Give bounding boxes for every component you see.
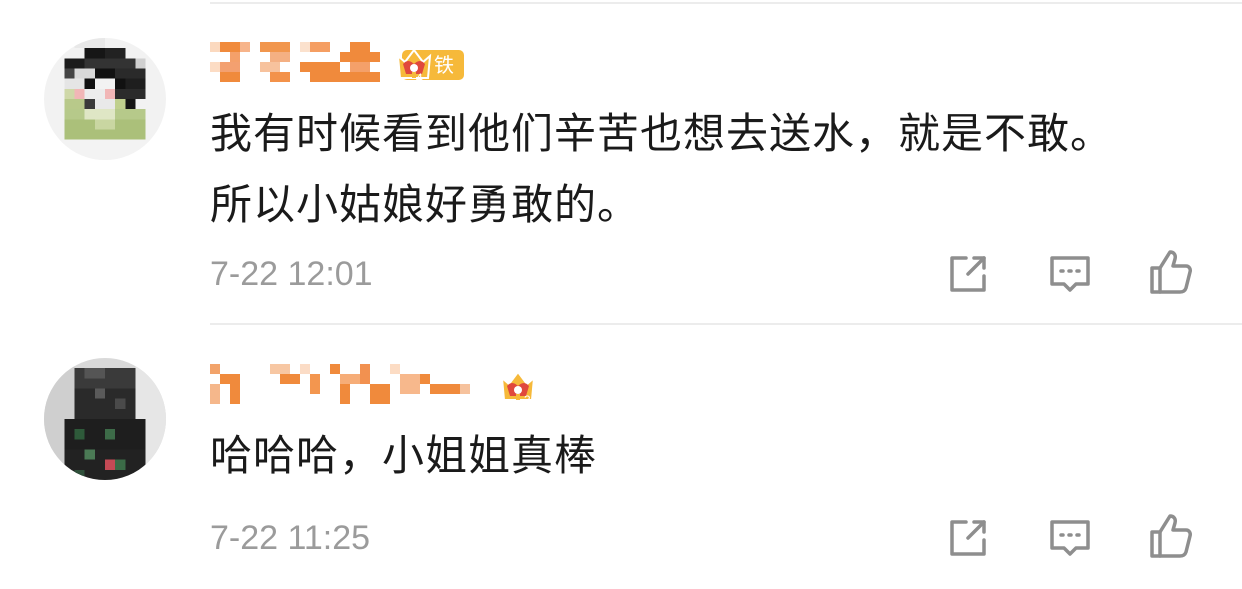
username-mosaic[interactable] (210, 42, 390, 82)
top-divider (210, 2, 1242, 4)
like-button[interactable] (1146, 512, 1194, 560)
username-row: 铁粉 4 (210, 42, 510, 107)
like-button[interactable] (1146, 248, 1194, 296)
comment-text: 我有时候看到他们辛苦也想去送水，就是不敢。 所以小姑娘好勇敢的。 (210, 98, 1113, 240)
username-mosaic[interactable] (210, 364, 480, 404)
comment-divider (210, 323, 1242, 325)
badge-level: 4 (416, 71, 423, 85)
badge-level: 3 (524, 393, 531, 407)
thumbs-up-icon (1150, 514, 1192, 558)
comment-text-line: 我有时候看到他们辛苦也想去送水，就是不敢。 (210, 109, 1114, 158)
comment-text-line: 所以小姑娘好勇敢的。 (210, 180, 641, 229)
comment-text-line: 哈哈哈，小姐姐真棒 (210, 431, 598, 480)
thumbs-up-icon (1150, 250, 1192, 294)
timestamp: 7-22 12:01 (210, 255, 373, 293)
share-square-arrow-icon (950, 520, 986, 556)
comment-bubble-dots-icon (1050, 256, 1090, 292)
crown-badge-icon: 4 (396, 48, 432, 85)
crown-badge-icon: 3 (500, 370, 536, 407)
comment-button[interactable] (1046, 514, 1094, 562)
repost-button[interactable] (944, 514, 992, 562)
avatar[interactable] (44, 358, 166, 480)
avatar[interactable] (44, 38, 166, 160)
username-row: 3 (210, 364, 550, 407)
comment-button[interactable] (1046, 250, 1094, 298)
share-square-arrow-icon (950, 256, 986, 292)
repost-button[interactable] (944, 250, 992, 298)
timestamp: 7-22 11:25 (210, 519, 371, 557)
comment-bubble-dots-icon (1050, 520, 1090, 556)
comment-text: 哈哈哈，小姐姐真棒 (210, 420, 597, 491)
